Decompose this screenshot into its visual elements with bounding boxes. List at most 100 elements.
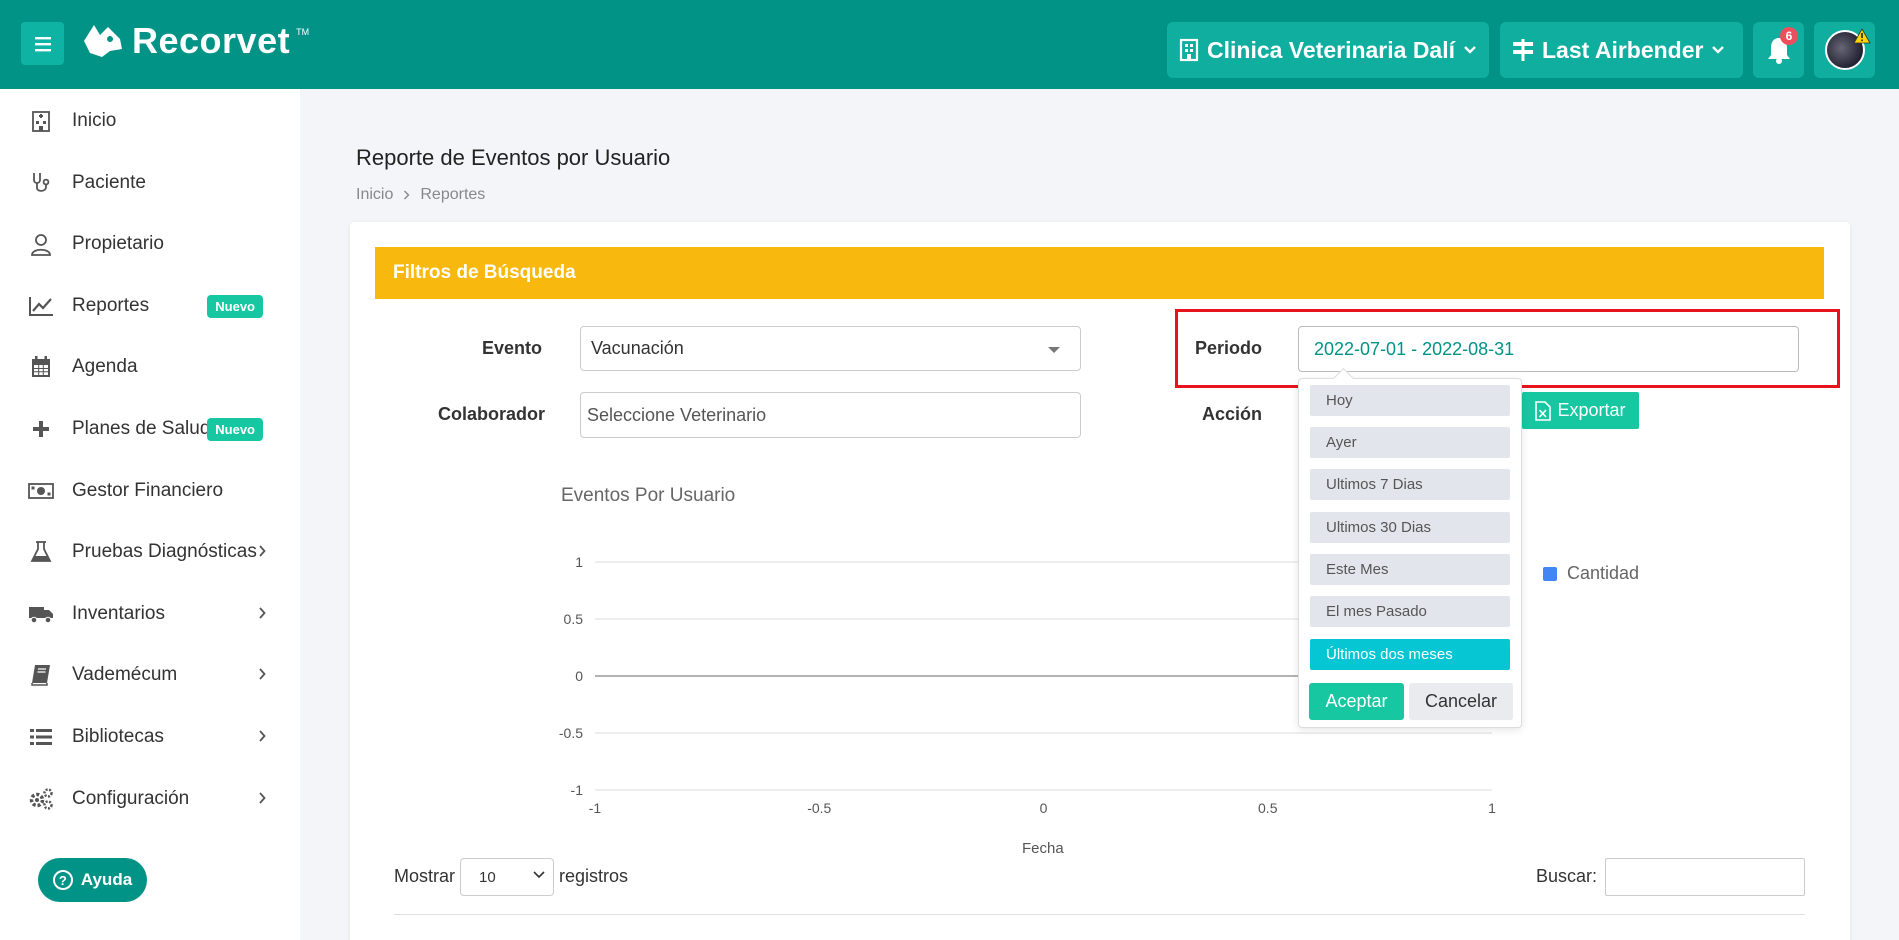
colaborador-select[interactable]: Seleccione Veterinario [580, 392, 1081, 438]
highlight-box [1175, 309, 1840, 388]
breadcrumb-link-inicio[interactable]: Inicio [356, 186, 393, 204]
sidebar-item-planes-de-salud[interactable]: Planes de Salud Nuevo [0, 404, 300, 454]
evento-selected-value: Vacunación [591, 338, 684, 358]
cancel-button[interactable]: Cancelar [1409, 683, 1513, 720]
range-option[interactable]: Ayer [1310, 427, 1510, 458]
new-badge: Nuevo [207, 294, 263, 318]
sidebar-item-label: Pruebas Diagnósticas [72, 541, 257, 562]
x-tick-label: 0 [1040, 800, 1048, 816]
range-option[interactable]: El mes Pasado [1310, 596, 1510, 627]
page-length-value: 10 [479, 868, 496, 886]
sidebar-item-label: Vademécum [72, 664, 178, 685]
legend-label: Cantidad [1567, 563, 1640, 583]
file-excel-icon [1535, 400, 1552, 421]
page-title: Reporte de Eventos por Usuario [356, 145, 671, 170]
colaborador-placeholder: Seleccione Veterinario [587, 404, 767, 425]
chart-title: Eventos Por Usuario [561, 485, 736, 506]
new-badge: Nuevo [207, 417, 263, 441]
brand-logo[interactable]: Recorvet TM [80, 20, 309, 62]
calendar-icon [28, 354, 54, 380]
range-option-active[interactable]: Últimos dos meses [1310, 639, 1510, 670]
page-length-select[interactable]: 10 [460, 858, 554, 896]
profile-menu-button[interactable] [1814, 22, 1875, 78]
range-option[interactable]: Ultimos 30 Dias [1310, 512, 1510, 543]
sidebar-item-label: Propietario [72, 233, 164, 254]
caret-down-icon [1048, 347, 1060, 353]
sidebar-item-label: Inicio [72, 110, 117, 131]
y-tick-label: -0.5 [559, 725, 583, 741]
stethoscope-icon [28, 170, 54, 196]
records-label: registros [559, 866, 629, 886]
chevron-right-icon [259, 545, 266, 557]
y-tick-label: 1 [575, 554, 583, 570]
legend-swatch [1543, 566, 1557, 581]
breadcrumb: Inicio Reportes [356, 186, 485, 204]
user-selector[interactable]: Last Airbender [1500, 22, 1743, 78]
help-label: Ayuda [80, 870, 133, 889]
chevron-right-icon [259, 792, 266, 804]
x-tick-label: -0.5 [807, 800, 831, 816]
chevron-right-icon [259, 730, 266, 742]
table-divider [394, 914, 1805, 915]
sidebar-item-label: Bibliotecas [72, 726, 164, 747]
brand-name: Recorvet [132, 20, 291, 61]
building-icon [1179, 38, 1199, 62]
sidebar-item-vademecum[interactable]: Vademécum [0, 650, 300, 700]
search-label: Buscar: [1536, 866, 1598, 886]
sidebar-item-label: Agenda [72, 356, 138, 377]
signpost-icon [1513, 39, 1533, 61]
sidebar-item-label: Planes de Salud [72, 418, 211, 439]
help-button[interactable]: ? Ayuda [38, 858, 147, 902]
hospital-icon [28, 108, 54, 134]
sidebar-item-configuracion[interactable]: Configuración [0, 774, 300, 824]
chevron-right-icon [259, 607, 266, 619]
hamburger-icon [34, 36, 51, 51]
chevron-right-icon [404, 190, 410, 200]
user-name: Last Airbender [1542, 36, 1704, 63]
daterange-dropdown: Hoy Ayer Ultimos 7 Dias Ultimos 30 Dias … [1298, 378, 1522, 728]
range-option[interactable]: Ultimos 7 Dias [1310, 469, 1510, 500]
money-icon [28, 478, 54, 504]
sidebar-item-label: Gestor Financiero [72, 480, 224, 501]
sidebar-item-label: Configuración [72, 788, 190, 809]
sidebar-item-paciente[interactable]: Paciente [0, 158, 300, 208]
chart-line-icon [28, 293, 54, 319]
sidebar-item-reportes[interactable]: Reportes Nuevo [0, 281, 300, 331]
sidebar-item-label: Paciente [72, 172, 146, 193]
list-icon [28, 724, 54, 750]
accept-button[interactable]: Aceptar [1309, 683, 1404, 720]
gears-icon [28, 786, 54, 812]
sidebar-item-gestor-financiero[interactable]: Gestor Financiero [0, 466, 300, 516]
question-icon: ? [52, 870, 73, 890]
brand-trademark: TM [296, 27, 310, 37]
chevron-right-icon [259, 668, 266, 680]
x-tick-label: 0.5 [1258, 800, 1278, 816]
sidebar-item-agenda[interactable]: Agenda [0, 342, 300, 392]
clinic-name: Clinica Veterinaria Dalí [1207, 36, 1456, 63]
chevron-down-icon [1464, 46, 1476, 54]
search-input[interactable] [1605, 858, 1805, 896]
chart-x-axis-title: Fecha [1022, 840, 1064, 857]
sidebar-item-pruebas-diagnosticas[interactable]: Pruebas Diagnósticas [0, 527, 300, 577]
notifications-button[interactable]: 6 [1753, 22, 1804, 78]
export-button[interactable]: Exportar [1522, 392, 1639, 429]
notification-count-badge: 6 [1780, 27, 1798, 45]
sidebar-item-inventarios[interactable]: Inventarios [0, 589, 300, 639]
filters-header: Filtros de Búsqueda [375, 247, 1824, 299]
sidebar-item-inicio[interactable]: Inicio [0, 96, 300, 146]
chart-legend[interactable]: Cantidad [1543, 563, 1639, 584]
sidebar-item-label: Inventarios [72, 603, 165, 624]
sidebar-item-bibliotecas[interactable]: Bibliotecas [0, 712, 300, 762]
range-option[interactable]: Hoy [1310, 385, 1510, 416]
evento-select[interactable]: Vacunación [580, 326, 1081, 371]
breadcrumb-current: Reportes [420, 186, 486, 203]
chevron-down-icon [533, 871, 545, 879]
clinic-selector[interactable]: Clinica Veterinaria Dalí [1167, 22, 1489, 78]
menu-toggle-button[interactable] [21, 22, 64, 65]
range-option[interactable]: Este Mes [1310, 554, 1510, 585]
x-tick-label: 1 [1488, 800, 1496, 816]
show-entries-label: Mostrar [394, 866, 456, 886]
sidebar-item-propietario[interactable]: Propietario [0, 219, 300, 269]
plus-icon [28, 416, 54, 442]
x-tick-label: -1 [589, 800, 602, 816]
